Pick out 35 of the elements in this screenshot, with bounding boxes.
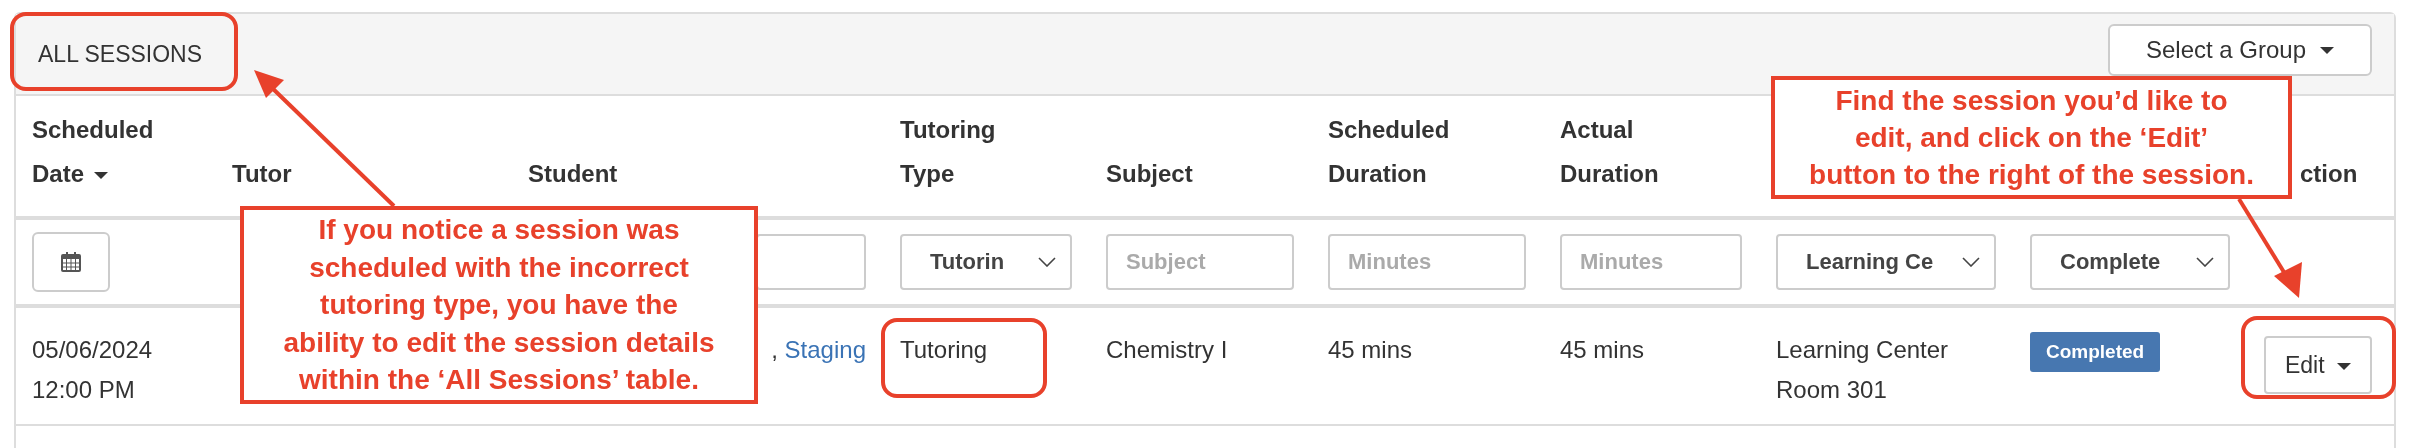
filter-field[interactable]: Minutes [1560,234,1742,290]
callout-text: If you notice a session was scheduled with the incorrect tutoring type, you have the ability to edit the session details within the ‘All Sessions’ table. [283,213,715,398]
filter-field[interactable] [756,234,866,290]
date-text: 05/06/2024 12:00 PM [32,336,153,403]
column-header: Tutoring Type [900,115,996,189]
column-header: Actual Duration [1560,115,1659,189]
student-link[interactable]: Staging [784,330,866,370]
status-badge: Completed [2030,332,2161,372]
column-header: Scheduled Duration [1328,115,1450,189]
caret-icon [2320,46,2335,54]
callout-text: Find the session you’d like to edit, and click on the ‘Edit’ button to the right of the session. [1809,84,2254,192]
chevron-icon [2196,257,2214,267]
duration-text: 45 mins [1560,336,1645,363]
filter-field[interactable]: Subject [1106,234,1294,290]
date-picker-button[interactable] [32,232,110,292]
filter-dropdown[interactable]: Complete [2030,234,2230,290]
column-header: Tutor [232,159,292,189]
chevron-icon [1038,257,1056,267]
column-header: Subject [1106,159,1193,189]
student-text: , [771,335,778,365]
column-header: ction [2300,159,2358,189]
subject-text: Chemistry I [1106,336,1228,363]
edit-button[interactable]: Edit [2264,336,2372,394]
tutoring-type-text: Tutoring [900,336,988,363]
column-header[interactable]: Scheduled Date [32,108,154,196]
calendar-icon [61,252,81,272]
group-dropdown[interactable]: Select a Group [2108,24,2372,76]
chevron-icon [1962,257,1980,267]
filter-dropdown[interactable]: Learning Ce [1776,234,1996,290]
column-header: Student [528,159,618,189]
filter-dropdown[interactable]: Tutorin [900,234,1072,290]
duration-text: 45 mins [1328,336,1413,363]
filter-field[interactable]: Minutes [1328,234,1526,290]
panel-title: ALL SESSIONS [38,40,203,68]
location-text: Learning Center Room 301 [1776,335,1950,405]
